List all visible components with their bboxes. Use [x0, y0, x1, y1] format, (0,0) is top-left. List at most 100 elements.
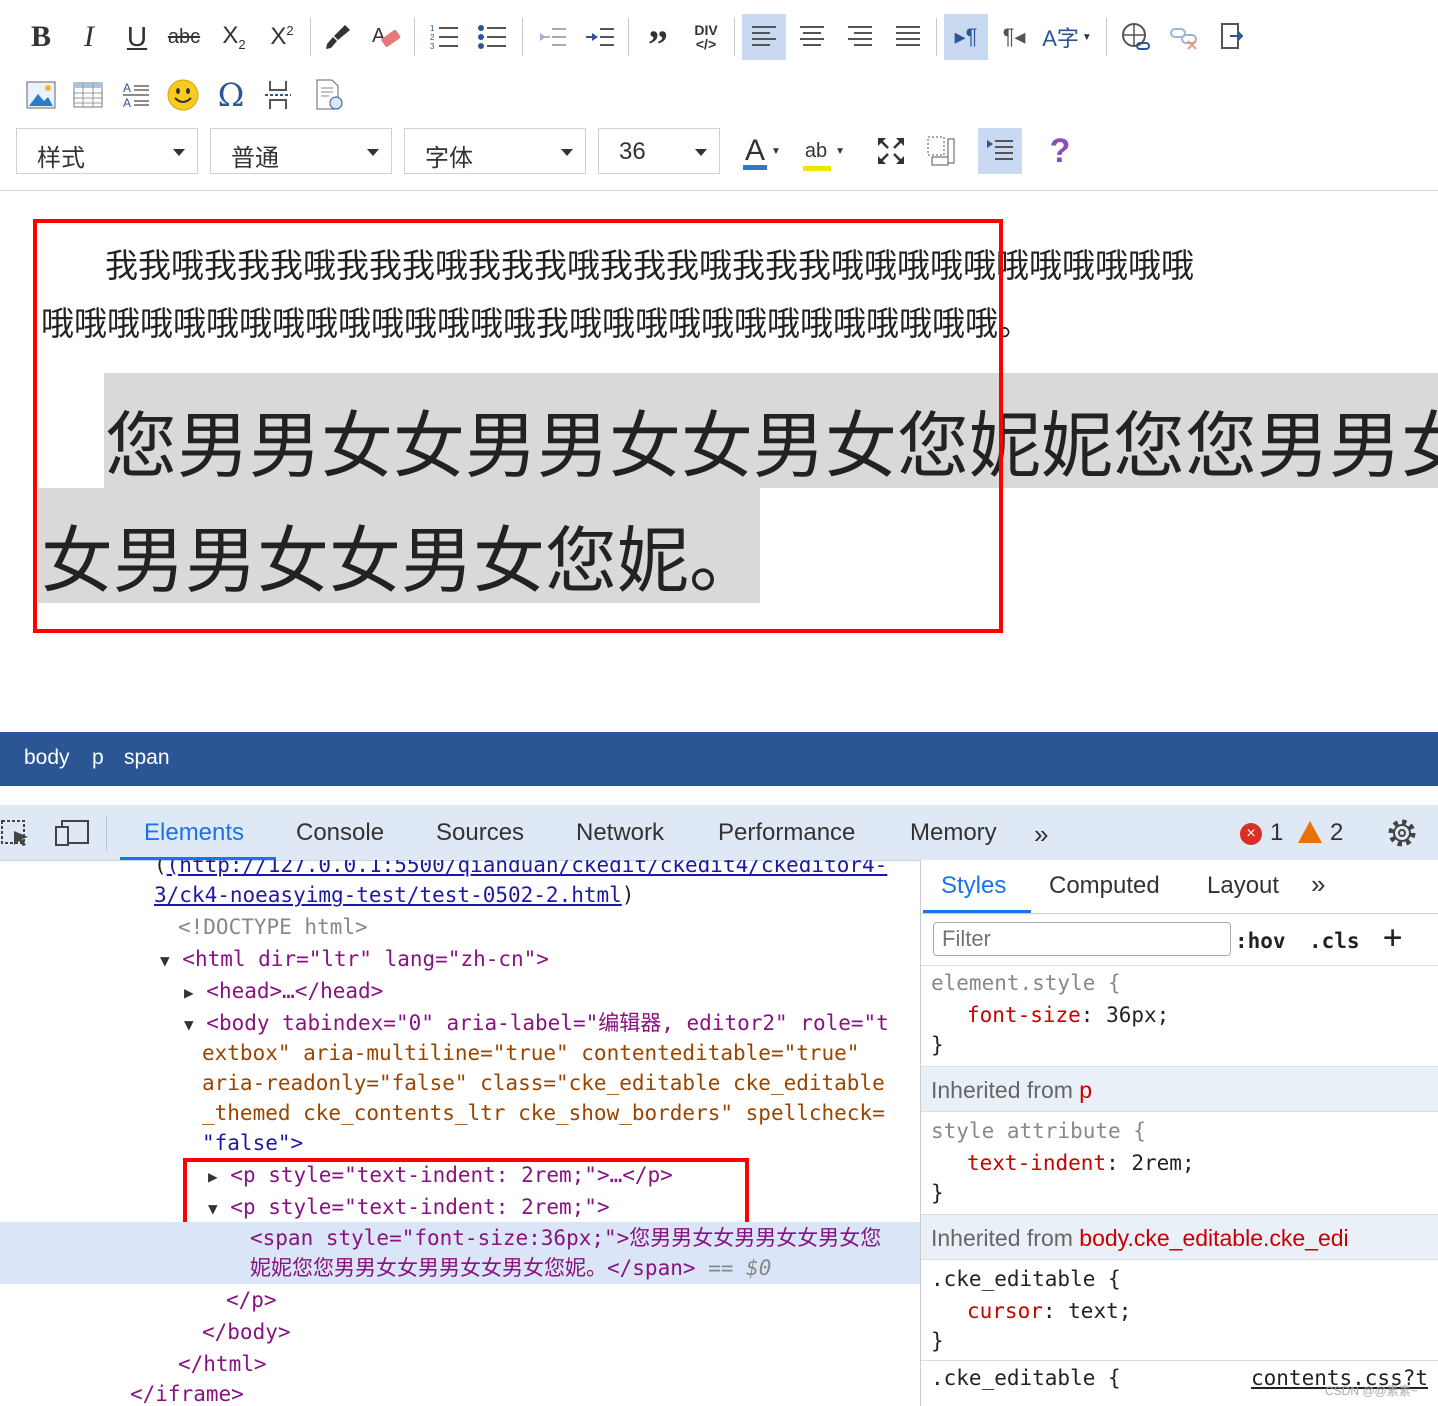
inspect-icon[interactable] [0, 817, 32, 849]
tab-computed[interactable]: Computed [1049, 872, 1160, 900]
styles-filter-input[interactable] [933, 922, 1231, 956]
path-p[interactable]: p [92, 746, 104, 770]
hov-toggle[interactable]: :hov [1235, 926, 1286, 956]
html-close-tag[interactable]: </html> [178, 1349, 267, 1379]
bold-button[interactable]: B [22, 14, 60, 60]
help-icon[interactable]: ? [1040, 128, 1080, 174]
more-tabs-icon[interactable]: » [1034, 819, 1048, 850]
selected-marker: == $0 [708, 1256, 772, 1280]
gear-icon[interactable] [1386, 817, 1418, 849]
path-span[interactable]: span [124, 746, 170, 770]
add-rule-icon[interactable]: + [1383, 921, 1402, 953]
collapse-triangle-icon[interactable]: ▶ [184, 983, 194, 1002]
anchor-icon[interactable] [1210, 14, 1254, 60]
link-icon[interactable] [1114, 14, 1158, 60]
tab-sources[interactable]: Sources [436, 819, 524, 847]
span-close-line: 妮妮您您男男女女男男女女男女您妮。</span> [250, 1256, 696, 1280]
format-combo[interactable]: 普通 [210, 128, 392, 174]
expand-triangle-icon[interactable]: ▼ [184, 1015, 194, 1034]
tab-network[interactable]: Network [576, 819, 664, 847]
italic-button[interactable]: I [70, 14, 108, 60]
iframe-url-line-2: 3/ck4-noeasyimg-test/test-0502-2.html) [154, 883, 635, 907]
styles-filter-border [921, 965, 1438, 966]
underline-button[interactable]: U [118, 14, 156, 60]
expand-triangle-icon[interactable]: ▼ [160, 951, 170, 970]
tab-elements[interactable]: Elements [144, 819, 244, 847]
style-attribute-rule[interactable]: text-indent: 2rem; [967, 1148, 1195, 1178]
maximize-icon[interactable] [868, 128, 914, 174]
strikethrough-button[interactable]: abc [164, 14, 204, 60]
rule3-val: text; [1068, 1299, 1132, 1323]
tab-console[interactable]: Console [296, 819, 384, 847]
device-toggle-icon[interactable] [54, 817, 90, 849]
inherited-body-link[interactable]: body.cke_editable.cke_edi [1079, 1225, 1348, 1251]
tab-performance[interactable]: Performance [718, 819, 855, 847]
body-node[interactable]: ▼ <body tabindex="0" aria-label="编辑器, ed… [184, 1008, 889, 1040]
pagebreak-icon[interactable] [258, 72, 298, 118]
more-tabs-icon[interactable]: » [1311, 869, 1325, 900]
html-node[interactable]: ▼ <html dir="ltr" lang="zh-cn"> [160, 944, 549, 976]
language-icon[interactable]: A字 ▼ [1040, 14, 1094, 60]
element-style-rule[interactable]: font-size: 36px; [967, 1000, 1169, 1030]
indent-format-icon[interactable] [978, 128, 1022, 174]
show-blocks-icon[interactable] [918, 128, 964, 174]
smiley-icon[interactable] [162, 72, 204, 118]
eraser-icon[interactable]: A [366, 14, 406, 60]
table-icon[interactable] [68, 72, 108, 118]
svg-text:2: 2 [430, 33, 435, 42]
template-icon[interactable] [308, 72, 350, 118]
align-center-icon[interactable] [790, 14, 834, 60]
subscript-button[interactable]: X2 [214, 14, 254, 60]
p-close-tag[interactable]: </p> [226, 1285, 277, 1315]
tab-styles[interactable]: Styles [941, 872, 1006, 900]
numbered-list-icon[interactable]: 123 [424, 14, 464, 60]
bg-color-letter: ab [804, 139, 828, 162]
head-node[interactable]: ▶ <head>…</head> [184, 976, 383, 1008]
color-bar [802, 165, 832, 171]
chevron-down-icon: ▼ [771, 145, 781, 157]
font-size-combo[interactable]: 36 [598, 128, 720, 174]
justify-icon[interactable] [886, 14, 930, 60]
strike-label: abc [167, 25, 201, 48]
path-body[interactable]: body [24, 746, 70, 770]
div-icon[interactable]: DIV </> [686, 14, 726, 60]
tab-layout[interactable]: Layout [1207, 872, 1279, 900]
align-left-icon[interactable] [742, 14, 786, 60]
omega-icon[interactable]: Ω [210, 72, 252, 118]
rtl-icon[interactable]: ¶◂ [992, 14, 1036, 60]
styles-combo[interactable]: 样式 [16, 128, 198, 174]
cls-toggle[interactable]: .cls [1309, 926, 1360, 956]
styles-tab-border [921, 913, 1438, 914]
iframe-close-tag[interactable]: </iframe> [130, 1379, 244, 1406]
iframe-url-link-2[interactable]: 3/ck4-noeasyimg-test/test-0502-2.html [154, 883, 622, 907]
blockquote-icon[interactable]: ” [638, 14, 678, 67]
unlink-icon[interactable] [1162, 14, 1206, 60]
quote-glyph: ” [648, 21, 668, 67]
body-node-line-2: extbox" aria-multiline="true" contentedi… [202, 1041, 860, 1065]
indent-icon[interactable] [580, 14, 620, 60]
ltr-icon[interactable]: ▸¶ [944, 14, 988, 60]
align-right-icon[interactable] [838, 14, 882, 60]
bg-color-button[interactable]: ab ▼ [800, 128, 850, 174]
text-color-button[interactable]: A ▼ [738, 128, 788, 174]
error-icon[interactable]: × [1240, 823, 1262, 845]
element-path-bar: body p span [0, 732, 1438, 786]
image-icon[interactable] [22, 72, 60, 118]
paintbrush-icon[interactable] [318, 14, 358, 60]
editor-area[interactable]: 我我哦我我我哦我我我哦我我我哦我我我哦我我我哦哦哦哦哦哦哦哦哦哦哦 哦哦哦哦哦哦… [0, 191, 1438, 731]
doctype-node[interactable]: <!DOCTYPE html> [178, 912, 368, 942]
outdent-icon[interactable] [532, 14, 572, 60]
hr-icon[interactable]: AA [116, 72, 156, 118]
iframe-url-link[interactable]: (http://127.0.0.1:5500/qianduan/ckedit/c… [167, 860, 888, 877]
annotation-red-box [183, 1158, 749, 1230]
superscript-button[interactable]: X2 [262, 14, 302, 60]
bullet-list-icon[interactable] [472, 14, 512, 60]
warning-icon[interactable] [1298, 821, 1322, 843]
cke-editable-rule[interactable]: cursor: text; [967, 1296, 1131, 1326]
styles-pane: Styles Computed Layout » :hov .cls + ele… [920, 860, 1438, 1406]
tab-memory[interactable]: Memory [910, 819, 997, 847]
font-combo[interactable]: 字体 [404, 128, 586, 174]
chevron-down-icon: ▼ [835, 145, 846, 157]
inherited-p-link[interactable]: p [1079, 1077, 1092, 1103]
body-close-tag[interactable]: </body> [202, 1317, 291, 1347]
